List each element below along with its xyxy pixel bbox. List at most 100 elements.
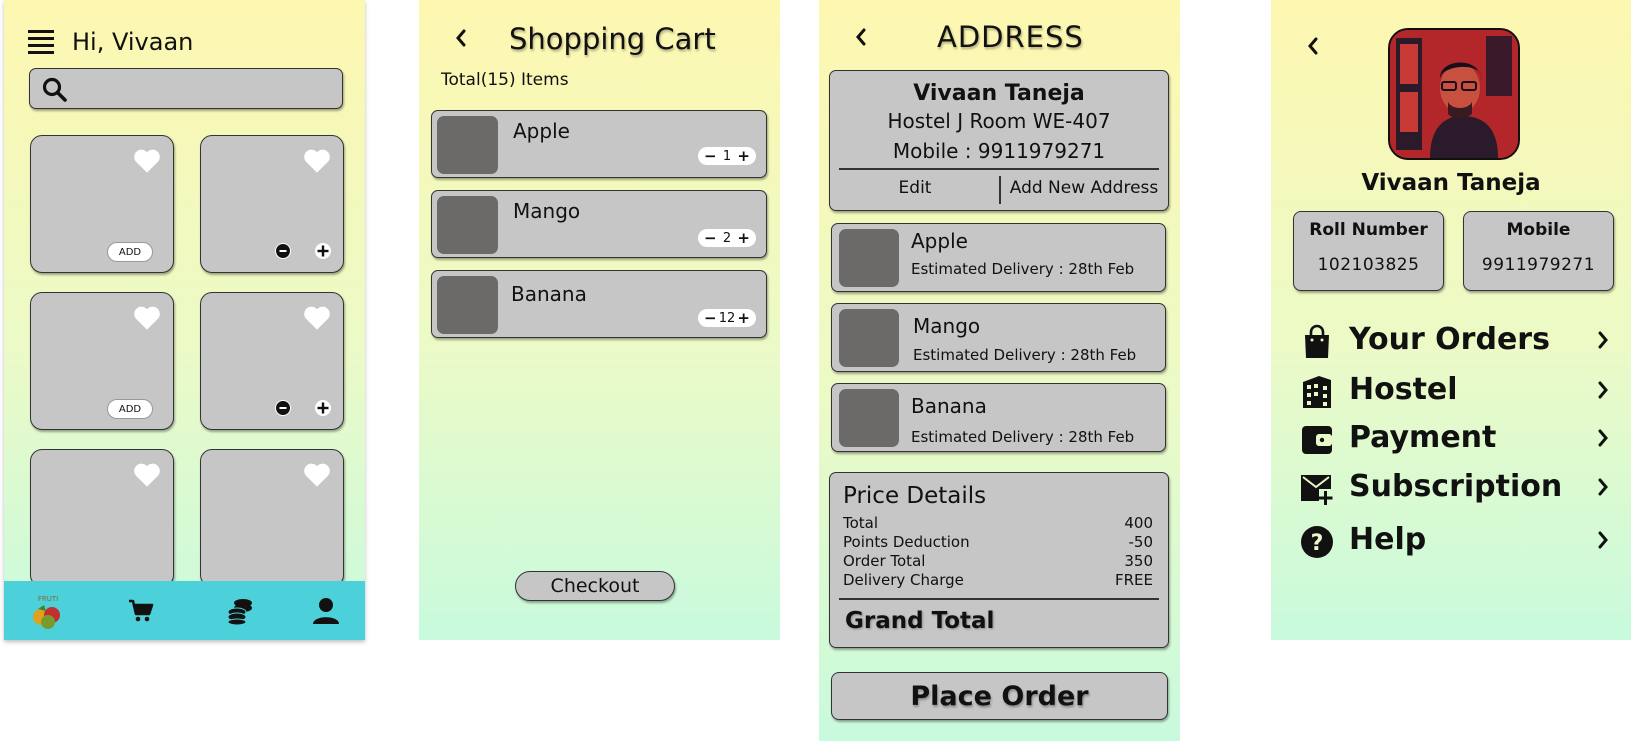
grand-total-label: Grand Total — [845, 608, 995, 634]
search-input[interactable] — [29, 68, 343, 109]
address-name: Vivaan Taneja — [913, 81, 1085, 106]
page-title: Shopping Cart — [509, 22, 716, 56]
menu-item-label: Hostel — [1349, 372, 1458, 407]
price-row: Delivery Charge FREE — [843, 571, 1153, 589]
address-line: Hostel J Room WE-407 — [887, 109, 1111, 133]
svg-text:?: ? — [1311, 531, 1324, 556]
heart-icon[interactable] — [303, 305, 331, 331]
heart-icon[interactable] — [133, 148, 161, 174]
quantity-value: 2 — [722, 230, 732, 246]
quantity-value: 12 — [718, 310, 736, 326]
checkout-button[interactable]: Checkout — [515, 571, 675, 601]
minus-icon[interactable]: − — [704, 147, 717, 165]
user-icon[interactable] — [306, 591, 346, 631]
search-icon — [42, 77, 67, 102]
roll-number-card: Roll Number 102103825 — [1293, 211, 1444, 291]
plus-icon[interactable]: + — [737, 229, 750, 247]
menu-item-label: Your Orders — [1349, 322, 1550, 357]
profile-screen: Vivaan Taneja Roll Number 102103825 Mobi… — [1271, 0, 1631, 640]
menu-item-label: Payment — [1349, 420, 1497, 455]
add-button[interactable]: ADD — [107, 399, 153, 419]
minus-icon[interactable]: − — [704, 229, 717, 247]
price-row-label: Total — [843, 514, 879, 532]
chevron-right-icon — [1597, 380, 1609, 406]
price-row-label: Points Deduction — [843, 533, 970, 551]
order-item: Banana Estimated Delivery : 28th Feb — [831, 383, 1166, 452]
mobile-label: Mobile — [1506, 220, 1571, 240]
price-row: Points Deduction -50 — [843, 533, 1153, 551]
order-item-name: Apple — [911, 229, 968, 253]
coins-icon[interactable] — [220, 591, 260, 631]
building-icon — [1303, 376, 1331, 408]
shopping-bag-icon — [1305, 324, 1329, 358]
price-row: Order Total 350 — [843, 552, 1153, 570]
menu-item-payment[interactable]: Payment — [1299, 420, 1609, 460]
cart-item-name: Apple — [513, 119, 570, 143]
product-thumbnail — [437, 196, 498, 254]
product-thumbnail — [437, 276, 498, 334]
minus-icon[interactable]: − — [704, 309, 717, 327]
price-row-value: 350 — [1124, 552, 1153, 570]
plus-icon[interactable]: + — [737, 309, 750, 327]
order-item: Mango Estimated Delivery : 28th Feb — [831, 303, 1166, 372]
mobile-value: 9911979271 — [1481, 255, 1596, 275]
chevron-right-icon — [1597, 530, 1609, 556]
product-card[interactable] — [30, 449, 174, 587]
menu-item-label: Subscription — [1349, 469, 1563, 504]
increment-button[interactable] — [315, 400, 331, 416]
quantity-stepper[interactable]: −1 + — [698, 147, 756, 165]
avatar[interactable] — [1388, 28, 1520, 160]
price-details-card: Price Details Total 400 Points Deduction -… — [829, 472, 1169, 648]
price-details-title: Price Details — [843, 483, 987, 509]
add-button[interactable]: ADD — [107, 242, 153, 262]
decrement-button[interactable] — [275, 400, 291, 416]
product-thumbnail — [839, 389, 899, 447]
place-order-button[interactable]: Place Order — [831, 672, 1168, 720]
home-screen: Hi, Vivaan ADD ADD FRUTI — [4, 0, 365, 640]
cart-item[interactable]: Mango −2 + — [431, 190, 767, 258]
product-card[interactable]: ADD — [30, 292, 174, 430]
price-row-value: -50 — [1128, 533, 1154, 551]
estimated-delivery: Estimated Delivery : 28th Feb — [911, 260, 1135, 278]
cart-total-count: Total(15) Items — [441, 70, 569, 90]
cart-icon[interactable] — [121, 591, 161, 631]
back-chevron-icon[interactable] — [1303, 34, 1323, 58]
mobile-card: Mobile 9911979271 — [1463, 211, 1614, 291]
heart-icon[interactable] — [133, 462, 161, 488]
add-new-address-button[interactable]: Add New Address — [1000, 178, 1168, 198]
page-title: ADDRESS — [937, 20, 1084, 54]
price-row-label: Delivery Charge — [843, 571, 964, 589]
plus-icon[interactable]: + — [737, 147, 750, 165]
menu-item-subscription[interactable]: Subscription — [1299, 469, 1609, 509]
back-chevron-icon[interactable] — [451, 26, 471, 50]
menu-item-label: Help — [1349, 522, 1427, 557]
menu-icon[interactable] — [28, 30, 54, 54]
divider — [839, 598, 1159, 600]
quantity-stepper[interactable]: −12 + — [698, 309, 756, 327]
heart-icon[interactable] — [303, 148, 331, 174]
address-screen: ADDRESS Vivaan Taneja Hostel J Room WE-4… — [819, 0, 1180, 741]
chevron-right-icon — [1597, 477, 1609, 503]
product-card[interactable] — [200, 292, 344, 430]
menu-item-hostel[interactable]: Hostel — [1299, 372, 1609, 412]
decrement-button[interactable] — [275, 243, 291, 259]
cart-item[interactable]: Banana −12 + — [431, 270, 767, 338]
quantity-stepper[interactable]: −2 + — [698, 229, 756, 247]
back-chevron-icon[interactable] — [851, 25, 871, 49]
increment-button[interactable] — [315, 243, 331, 259]
product-card[interactable]: ADD — [30, 135, 174, 273]
heart-icon[interactable] — [133, 305, 161, 331]
greeting: Hi, Vivaan — [72, 28, 194, 56]
quantity-value: 1 — [722, 148, 732, 164]
heart-icon[interactable] — [303, 462, 331, 488]
chevron-right-icon — [1597, 330, 1609, 356]
price-row-label: Order Total — [843, 552, 926, 570]
product-card[interactable] — [200, 449, 344, 587]
cart-item[interactable]: Apple −1 + — [431, 110, 767, 178]
product-card[interactable] — [200, 135, 344, 273]
menu-item-help[interactable]: ? Help — [1299, 522, 1609, 562]
logo-icon[interactable]: FRUTI — [28, 591, 68, 631]
cart-item-name: Banana — [511, 282, 587, 306]
edit-address-button[interactable]: Edit — [830, 178, 1000, 198]
menu-item-your-orders[interactable]: Your Orders — [1299, 322, 1609, 362]
